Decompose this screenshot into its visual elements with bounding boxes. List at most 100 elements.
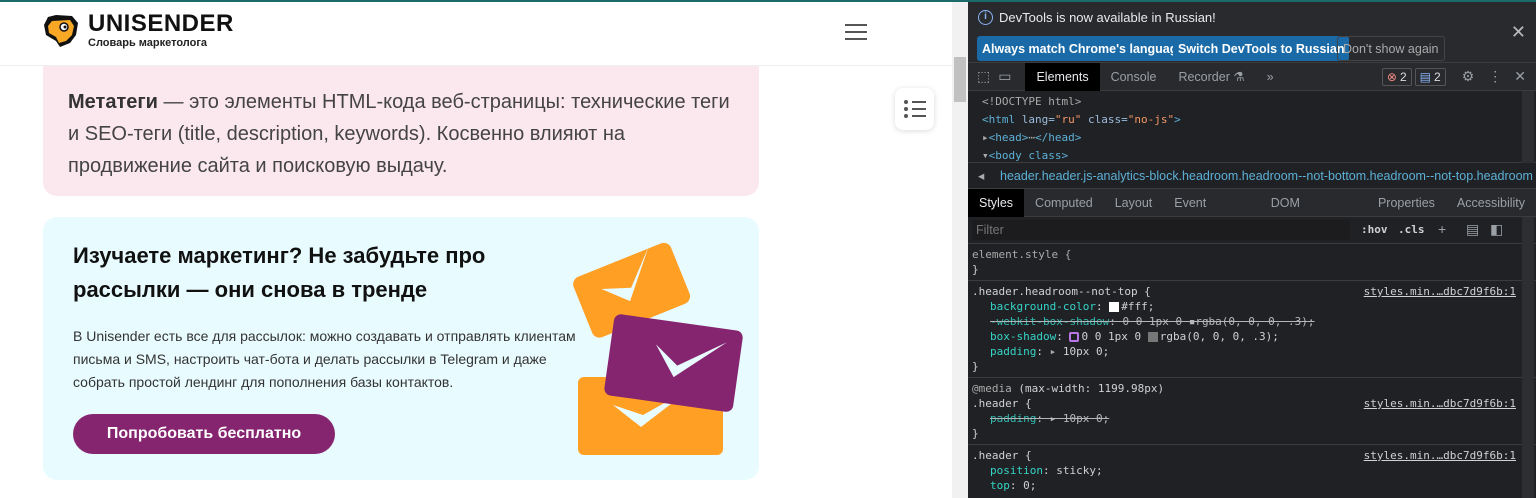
color-swatch[interactable] bbox=[1147, 332, 1158, 342]
web-page: UNISENDER Словарь маркетолога Метатеги —… bbox=[0, 2, 952, 498]
more-tabs-button[interactable]: » bbox=[1256, 63, 1285, 91]
property-value[interactable]: 10px 0; bbox=[1063, 412, 1109, 425]
close-devtools-icon[interactable]: ✕ bbox=[1514, 68, 1526, 85]
property-value[interactable]: #fff; bbox=[1121, 300, 1154, 313]
try-free-button[interactable]: Попробовать бесплатно bbox=[73, 414, 335, 454]
collapse-arrow-icon[interactable]: ▾ bbox=[982, 149, 989, 162]
messages-count: 2 bbox=[1434, 69, 1441, 84]
selector[interactable]: .header { bbox=[972, 449, 1032, 462]
dom-tree: <!DOCTYPE html> <html lang="ru" class="n… bbox=[968, 91, 1536, 163]
close-notice-icon[interactable]: ✕ bbox=[1511, 22, 1526, 43]
site-header: UNISENDER Словарь маркетолога bbox=[0, 2, 952, 66]
message-icon: ▤ bbox=[1419, 69, 1432, 84]
dom-scrollbar[interactable] bbox=[1522, 91, 1534, 163]
table-of-contents-button[interactable] bbox=[895, 88, 934, 130]
property-value[interactable]: 0 0 1px 0 bbox=[1081, 330, 1141, 343]
styles-pane: element.style {} .header.headroom--not-t… bbox=[968, 217, 1536, 498]
dog-mascot-icon bbox=[44, 14, 78, 47]
promo-box: Изучаете маркетинг? Не забудьте про расс… bbox=[43, 217, 759, 480]
dom-node-html[interactable]: <html lang="ru" class="no-js"> bbox=[982, 111, 1522, 129]
selector[interactable]: element.style { bbox=[972, 248, 1071, 261]
property-value[interactable]: 0 0 1px 0 ▪rgba(0, 0, 0, .3); bbox=[1122, 315, 1314, 328]
selector[interactable]: .header.headroom--not-top { bbox=[972, 285, 1151, 298]
page-scrollbar[interactable] bbox=[952, 2, 968, 498]
messages-badge[interactable]: ▤ 2 bbox=[1414, 67, 1446, 86]
shadow-editor-icon[interactable] bbox=[1069, 332, 1080, 342]
breadcrumb-left-arrow-icon[interactable]: ◂ bbox=[978, 163, 984, 188]
promo-body: В Unisender есть все для рассылок: можно… bbox=[73, 328, 576, 390]
property-name[interactable]: padding bbox=[990, 412, 1036, 425]
promo-title: Изучаете маркетинг? Не забудьте про расс… bbox=[73, 243, 486, 302]
cls-toggle[interactable]: .cls bbox=[1398, 223, 1425, 236]
devtools-toolbar: ⬚ ▭ Elements Console Recorder ⚗ » ⊗ 2 ▤ 2 … bbox=[968, 62, 1536, 91]
media-query: (max-width: 1199.98px) bbox=[1018, 382, 1165, 395]
match-language-button[interactable]: Always match Chrome's language bbox=[977, 36, 1190, 61]
property-name[interactable]: padding bbox=[990, 345, 1036, 358]
tab-properties[interactable]: Properties bbox=[1367, 189, 1446, 217]
notice-text: DevTools is now available in Russian! bbox=[999, 10, 1216, 25]
paint-brush-icon[interactable]: ▤ bbox=[1466, 221, 1479, 238]
source-link[interactable]: styles.min.…dbc7d9f6b:1 bbox=[1364, 284, 1516, 299]
breadcrumb-path[interactable]: header.header.js-analytics-block.headroo… bbox=[1000, 169, 1533, 183]
logo-subtitle: Словарь маркетолога bbox=[88, 37, 208, 49]
tab-recorder-label: Recorder bbox=[1178, 69, 1230, 84]
ellipsis-icon[interactable]: ⋯ bbox=[1028, 131, 1035, 144]
errors-badge[interactable]: ⊗ 2 bbox=[1381, 67, 1412, 86]
styles-filter-input[interactable] bbox=[972, 220, 1350, 240]
hov-toggle[interactable]: :hov bbox=[1361, 223, 1388, 236]
property-name[interactable]: position bbox=[990, 464, 1043, 477]
tab-elements[interactable]: Elements bbox=[1025, 62, 1100, 91]
settings-gear-icon[interactable]: ⚙ bbox=[1462, 68, 1475, 85]
property-value[interactable]: sticky; bbox=[1056, 464, 1102, 477]
tab-dom-breakpoints[interactable]: DOM Breakpoints bbox=[1260, 189, 1367, 238]
dont-show-again-button[interactable]: Don't show again bbox=[1337, 36, 1445, 61]
error-icon: ⊗ bbox=[1386, 69, 1397, 84]
source-link[interactable]: styles.min.…dbc7d9f6b:1 bbox=[1364, 448, 1516, 463]
inspect-element-icon[interactable]: ⬚ bbox=[977, 68, 990, 85]
more-options-icon[interactable]: ⋮ bbox=[1488, 68, 1502, 85]
breadcrumb[interactable]: ◂ header.header.js-analytics-block.headro… bbox=[968, 163, 1536, 189]
tab-styles[interactable]: Styles bbox=[968, 189, 1025, 217]
hamburger-menu-icon[interactable] bbox=[845, 24, 867, 40]
styles-filter-bar: :hov .cls + ▤ ◧ bbox=[968, 217, 1536, 244]
logo-brand: UNISENDER bbox=[88, 10, 234, 37]
tab-layout[interactable]: Layout bbox=[1104, 189, 1164, 217]
logo[interactable]: UNISENDER Словарь маркетолога bbox=[42, 12, 234, 49]
property-name[interactable]: box-shadow bbox=[990, 330, 1056, 343]
devtools-panel: i DevTools is now available in Russian! A… bbox=[968, 2, 1536, 498]
property-value[interactable]: 0; bbox=[1023, 479, 1036, 492]
dom-node-head[interactable]: ▸<head>⋯</head> bbox=[982, 129, 1522, 147]
envelopes-illustration bbox=[573, 242, 743, 455]
dom-node-doctype[interactable]: <!DOCTYPE html> bbox=[982, 93, 1522, 111]
tab-computed[interactable]: Computed bbox=[1024, 189, 1104, 217]
color-swatch[interactable] bbox=[1109, 302, 1120, 312]
switch-russian-button[interactable]: Switch DevTools to Russian bbox=[1173, 36, 1350, 61]
styles-scrollbar[interactable] bbox=[1522, 217, 1534, 498]
style-rule-element: element.style {} bbox=[968, 244, 1536, 281]
device-toolbar-icon[interactable]: ▭ bbox=[998, 68, 1011, 85]
selector[interactable]: .header { bbox=[972, 397, 1032, 410]
style-rule: .header.headroom--not-top { styles.min.…d… bbox=[968, 281, 1536, 378]
errors-count: 2 bbox=[1399, 69, 1407, 84]
expand-arrow-icon[interactable]: ▸ bbox=[982, 131, 989, 144]
tab-event-listeners[interactable]: Event Listeners bbox=[1163, 189, 1259, 238]
toggle-sidebar-icon[interactable]: ◧ bbox=[1490, 221, 1503, 238]
property-value[interactable]: rgba(0, 0, 0, .3); bbox=[1160, 330, 1279, 343]
definition-box: Метатеги — это элементы HTML-кода веб-ст… bbox=[43, 66, 759, 196]
scrollbar-thumb[interactable] bbox=[954, 57, 966, 102]
tab-console[interactable]: Console bbox=[1100, 63, 1168, 91]
tab-accessibility[interactable]: Accessibility bbox=[1446, 189, 1536, 217]
property-name[interactable]: top bbox=[990, 479, 1010, 492]
property-value[interactable]: 10px 0; bbox=[1063, 345, 1109, 358]
language-notice: i DevTools is now available in Russian! A… bbox=[968, 2, 1536, 63]
info-icon: i bbox=[978, 10, 993, 25]
flask-icon: ⚗ bbox=[1233, 69, 1245, 84]
tab-recorder[interactable]: Recorder ⚗ bbox=[1167, 63, 1255, 91]
source-link[interactable]: styles.min.…dbc7d9f6b:1 bbox=[1364, 396, 1516, 411]
new-rule-plus-icon[interactable]: + bbox=[1438, 221, 1446, 237]
property-name[interactable]: -webkit-box-shadow bbox=[990, 315, 1109, 328]
style-rule: .header { styles.min.…dbc7d9f6b:1 positio… bbox=[972, 448, 1516, 492]
property-name[interactable]: background-color bbox=[990, 300, 1096, 313]
sidebar-tabs: Styles Computed Layout Event Listeners D… bbox=[968, 189, 1536, 238]
media-label: @media bbox=[972, 382, 1012, 395]
